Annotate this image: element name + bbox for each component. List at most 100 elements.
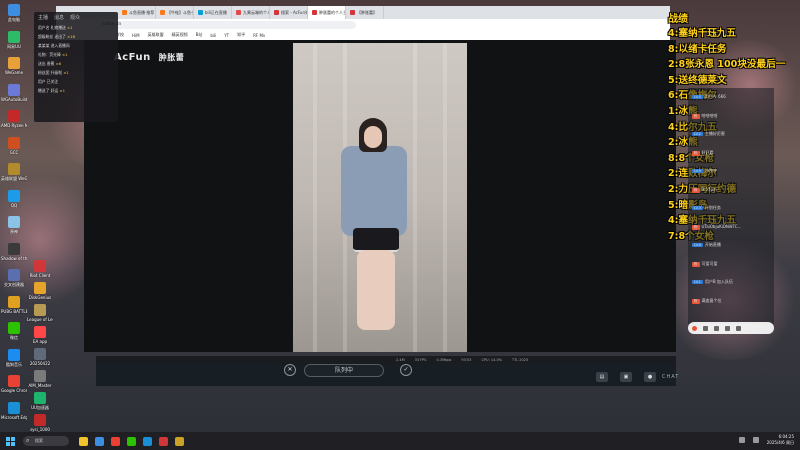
floating-chat-line: 礼物：荧光棒 ×1 [38, 52, 114, 58]
queue-status-button[interactable]: 队列中 [304, 364, 384, 377]
chat-icon[interactable]: ▤ [596, 372, 608, 382]
danmaku-chat-panel: LV.5 用户A: 666 粉哈哈哈哈 LV.2 主播好厉害粉好好看 LV.9 冲冲冲粉 9:… [688, 88, 774, 324]
desktop-icon[interactable]: 交叉创建器 [1, 269, 27, 287]
bookmark-item[interactable]: 英雄联盟 [148, 32, 164, 38]
tab-favicon-icon [236, 10, 241, 15]
user-level-badge: LV.2 [692, 132, 703, 136]
network-icon[interactable] [738, 437, 745, 443]
taskbar-search[interactable]: 搜索 [23, 436, 69, 446]
accept-queue-button[interactable]: ✓ [400, 364, 412, 376]
desktop-icon[interactable]: League of Legends [27, 304, 53, 322]
overlay-item: 4:塞纳千珏九五 [668, 28, 737, 39]
emoji-icon[interactable] [703, 325, 708, 331]
tab-title: 肿胀蕾的个人主页 [319, 10, 345, 15]
gift-icon[interactable] [714, 325, 719, 331]
taskbar-app-icon[interactable] [111, 436, 120, 446]
taskbar-app-icon[interactable] [79, 436, 88, 446]
danmaku-input[interactable] [688, 322, 774, 334]
bookmark-item[interactable]: YT [224, 33, 229, 38]
chat-message-text: 好好看 [701, 149, 714, 155]
browser-tab[interactable]: 肿胀蕾的个人主页 [308, 6, 346, 19]
chat-message: 粉哈哈哈哈 [692, 113, 718, 119]
settings-icon[interactable] [725, 325, 730, 331]
clock[interactable]: 6:04:25 2025/4/6 周日 [767, 434, 794, 446]
desktop-icon[interactable]: sysi_1000 [27, 414, 53, 432]
desktop-icon[interactable]: 原神 [1, 216, 27, 234]
taskbar-app-icon[interactable] [127, 436, 136, 446]
taskbar-app-icon[interactable] [159, 436, 168, 446]
address-input[interactable]: acfun.cn [96, 20, 356, 29]
floating-chat-tab[interactable]: 观众 [70, 14, 80, 21]
desktop-icon[interactable]: Riot Client [27, 260, 53, 278]
desktop-icon[interactable]: 20250422 [27, 348, 53, 366]
desktop-icon[interactable]: 微信 [1, 322, 27, 340]
send-icon[interactable] [692, 325, 697, 331]
player-stat: 0.3Mbps [436, 358, 452, 362]
floating-chat-line: 某某某 进入直播间 [38, 43, 114, 49]
chat-message: LV.5 用户A: 666 [692, 94, 726, 100]
volume-icon[interactable] [752, 437, 759, 443]
taskbar-app-icon[interactable] [143, 436, 152, 446]
bookmark-item[interactable]: 精英视频 [172, 32, 188, 38]
chat-line-text: 赠送了 好运 [38, 88, 60, 93]
bookmark-item[interactable]: 知乎 [237, 32, 245, 38]
start-button[interactable] [6, 436, 15, 446]
browser-tab[interactable]: 【肿胀蕾】 [346, 6, 384, 19]
user-level-badge: 粉 [692, 224, 700, 230]
game-queue-bar [96, 364, 676, 386]
chat-message-text: 开始直播 [704, 242, 721, 247]
floating-chat-window: 主播 消息 观众 用户名 礼物赠送 ×1 超级粉丝 送出了 ×18 某某某 进入直播间 … [34, 12, 118, 122]
chat-line-text: 用户名 礼物赠送 [38, 25, 67, 30]
desktop-icon[interactable]: EA app [27, 326, 53, 344]
bookmark-item[interactable]: B站 [196, 32, 203, 38]
desktop-icon[interactable]: 此电脑 [1, 4, 27, 22]
taskbar-app-icon[interactable] [95, 436, 104, 446]
chat-line-count: ×18 [67, 34, 76, 39]
chat-message-text: 用户B 加入队伍 [704, 279, 733, 284]
share-icon[interactable] [736, 325, 741, 331]
app-icon [8, 163, 20, 175]
bookmark-item[interactable]: RF Mv [253, 33, 265, 38]
tab-favicon-icon [350, 10, 355, 15]
desktop-icon[interactable]: 酷狗音乐 [1, 348, 27, 367]
app-icon [34, 414, 46, 426]
chat-message: LV.9 冲冲冲 [692, 168, 717, 174]
app-icon [8, 269, 20, 281]
desktop-icon[interactable]: QQ [1, 189, 27, 208]
browser-tab[interactable]: 【牛蛙】斗鱼·奶茶 [156, 6, 194, 19]
game-logo: CHAT [662, 374, 680, 380]
tab-favicon-icon [274, 10, 279, 15]
bookmark-item[interactable]: bili [210, 33, 216, 38]
desktop-icon[interactable]: WeGame [1, 57, 27, 75]
desktop-icon[interactable]: Google Chrome [1, 375, 27, 393]
browser-tab[interactable]: 斗鱼直播·推荐 [118, 6, 156, 19]
floating-chat-tab[interactable]: 主播 [38, 14, 48, 21]
browser-tab[interactable]: 搜索 - AcFun弹幕 [270, 6, 308, 19]
user-level-badge: 粉 [692, 113, 700, 119]
cancel-queue-button[interactable]: ✕ [284, 364, 296, 376]
chat-message-text: 满血复个位 [701, 297, 722, 303]
tab-favicon-icon [312, 10, 317, 15]
desktop-icon[interactable]: 网易UU [1, 30, 27, 49]
desktop-icon[interactable]: 英雄联盟 WeGame版 [1, 163, 27, 181]
browser-tab[interactable]: 九霄云端的个人... [232, 6, 270, 19]
browser-tab[interactable]: bili正在直播 [194, 6, 232, 19]
desktop-icon[interactable]: Microsoft Edge [1, 401, 27, 420]
desktop-icon-label: 网易UU [7, 43, 21, 49]
desktop-icon[interactable]: WGAutoBuild [1, 83, 27, 102]
desktop-icon[interactable]: UU加速器 [27, 392, 53, 410]
desktop-icon[interactable]: Shadow of the Tomb [1, 242, 27, 261]
image-icon[interactable]: ▣ [620, 372, 632, 382]
bookmark-item[interactable]: HiM [132, 33, 140, 38]
app-icon [8, 30, 20, 43]
desktop-icon[interactable]: PUBG BATTLEGROUNDS [1, 295, 27, 314]
desktop-icon[interactable]: AMD Ryzen Master [1, 110, 27, 128]
desktop-icon[interactable]: DiskGenius [27, 282, 53, 300]
floating-chat-tab[interactable]: 消息 [54, 14, 64, 21]
desktop-icon[interactable]: GCC [1, 136, 27, 155]
taskbar-app-icon[interactable] [175, 436, 184, 446]
desktop-icon[interactable]: AIM_Master [27, 370, 53, 388]
video-player[interactable]: AcFun 肿胀蕾 [84, 40, 676, 352]
desktop-icon-label: Shadow of the Tomb [1, 255, 27, 261]
mic-icon[interactable]: ● [644, 372, 656, 382]
